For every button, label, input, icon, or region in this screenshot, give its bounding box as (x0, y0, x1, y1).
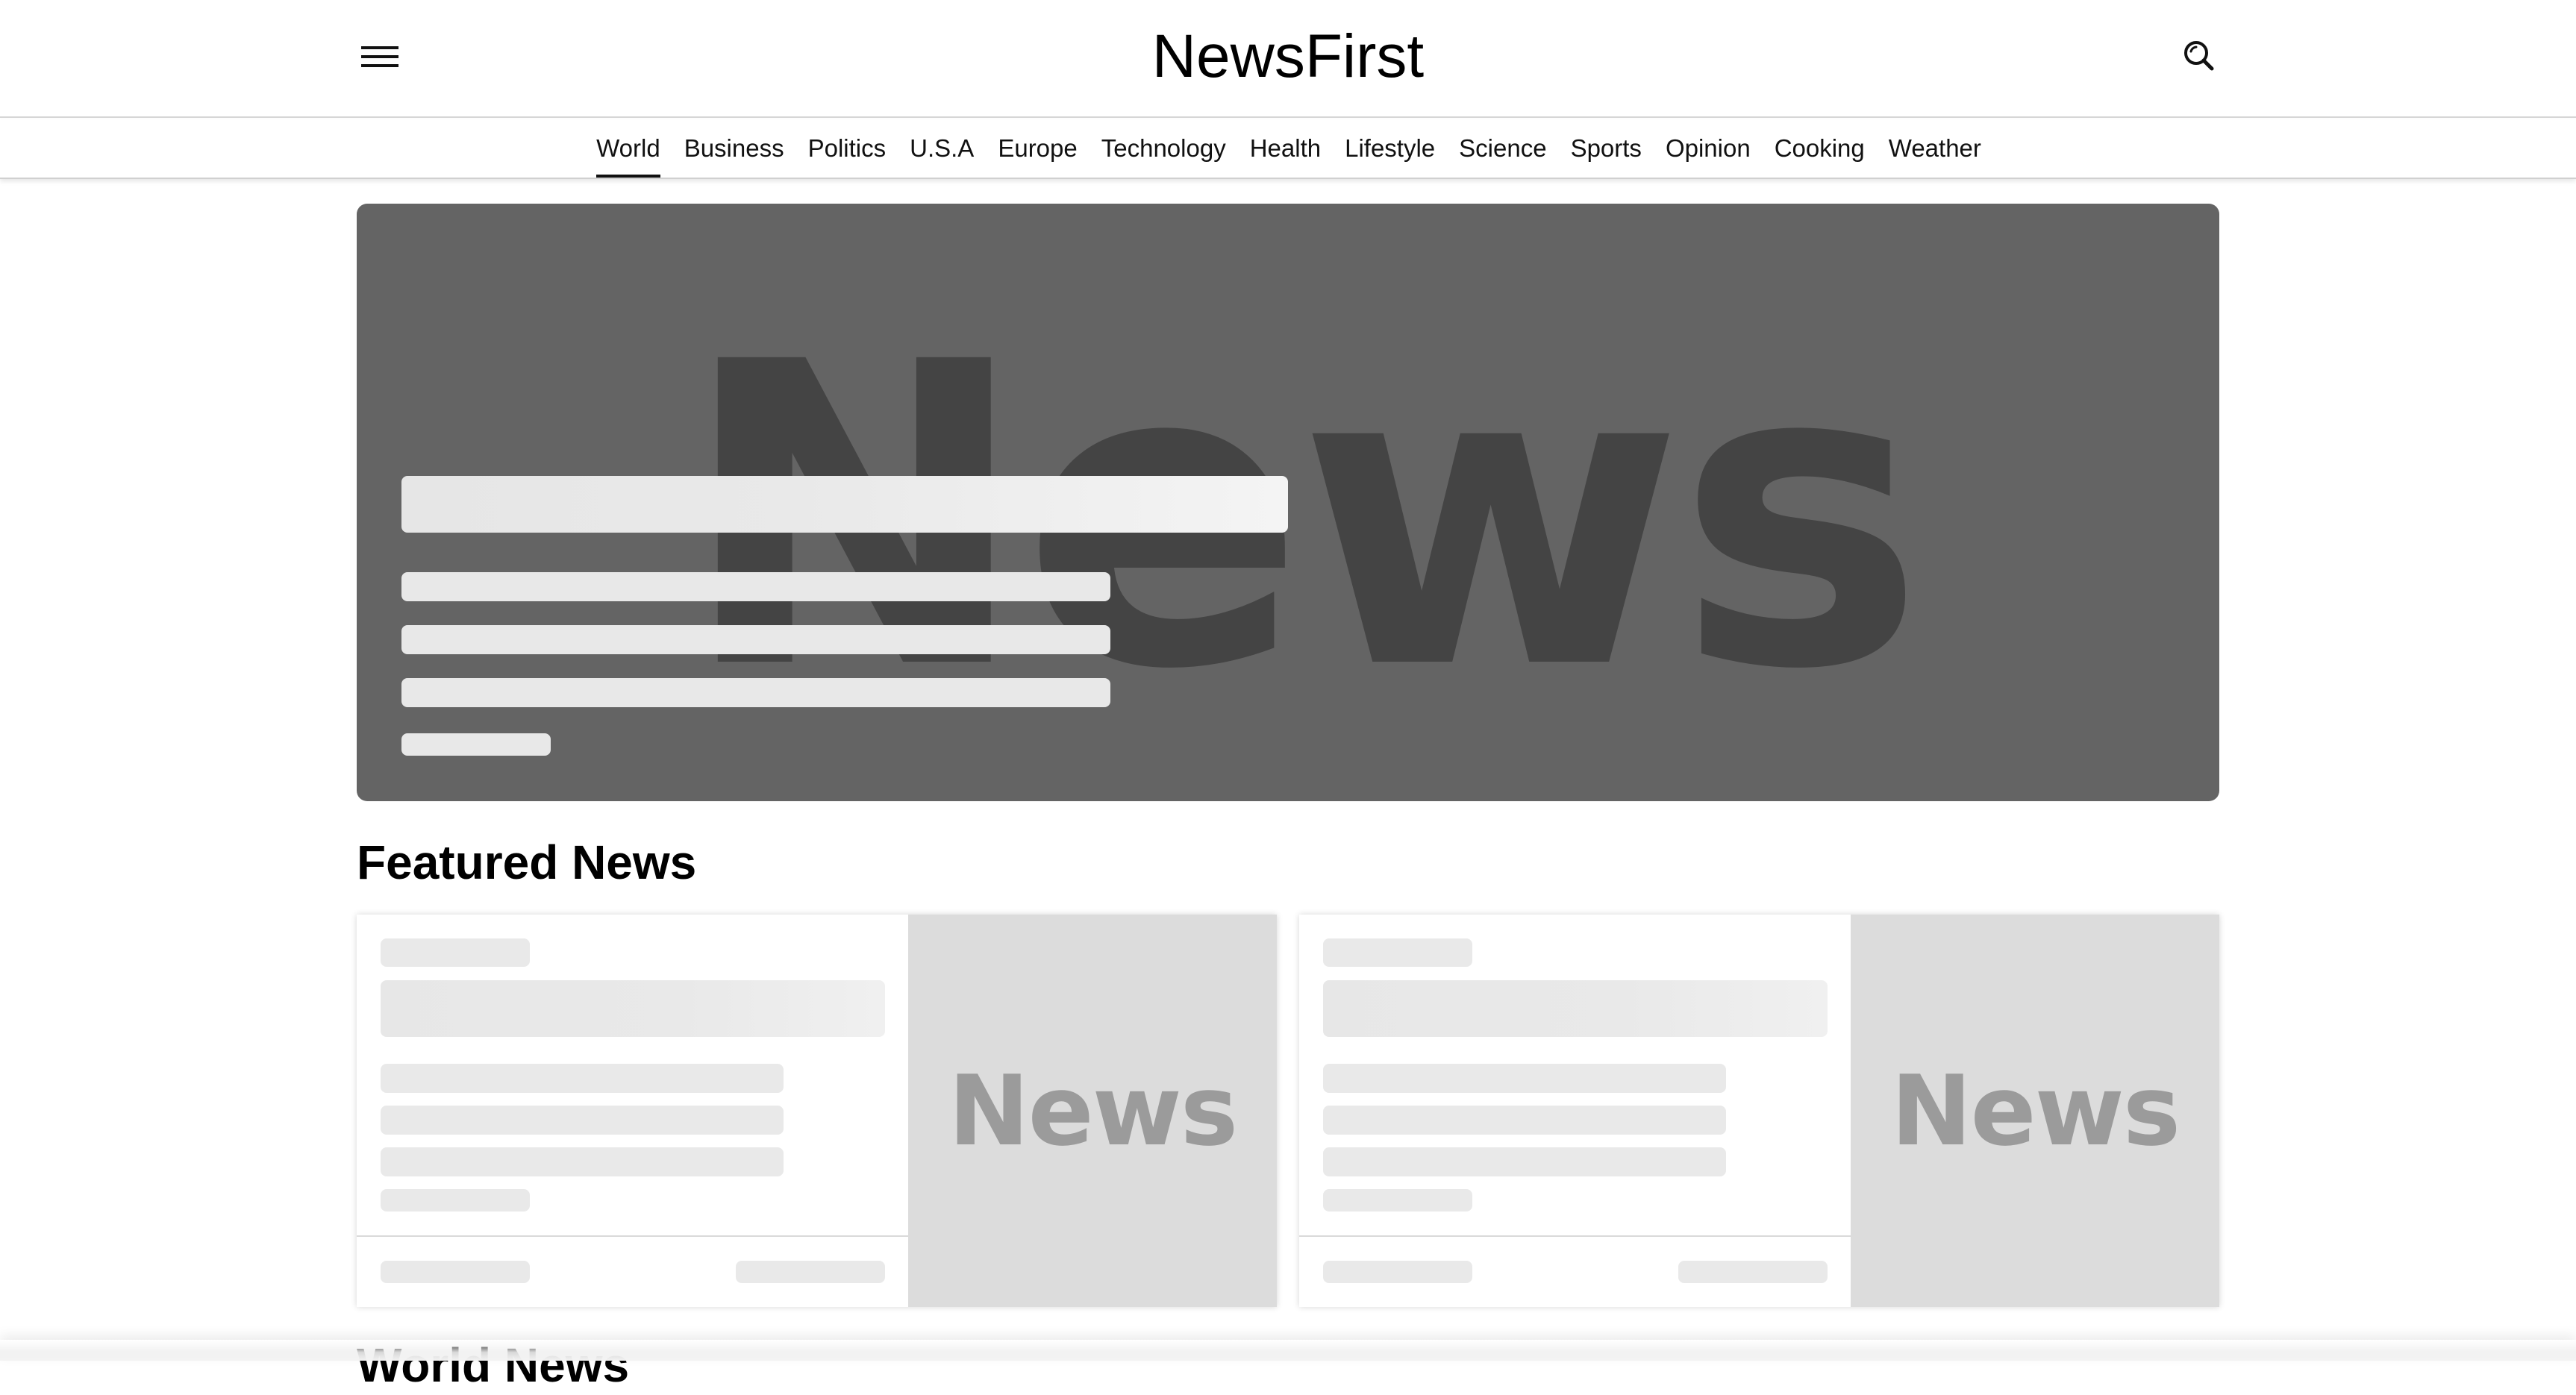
news-image-label: News (1890, 1054, 2180, 1167)
card-meta-skeleton (381, 1189, 530, 1211)
nav-item-opinion[interactable]: Opinion (1666, 119, 1751, 178)
featured-news-heading: Featured News (357, 836, 697, 889)
nav-item-technology[interactable]: Technology (1101, 119, 1226, 178)
hamburger-menu-icon[interactable] (361, 43, 398, 70)
card-text-skeleton-line (381, 1147, 784, 1176)
nav-item-politics[interactable]: Politics (808, 119, 887, 178)
card-text-skeleton-line (1323, 1064, 1726, 1093)
card-category-skeleton (1323, 938, 1472, 967)
card-text-skeleton-line (1323, 1147, 1726, 1176)
card-footer-skeleton (381, 1261, 530, 1283)
site-logo[interactable]: NewsFirst (1152, 22, 1424, 90)
nav-item-world[interactable]: World (596, 119, 660, 178)
nav-item-europe[interactable]: Europe (998, 119, 1077, 178)
card-footer-skeleton (736, 1261, 885, 1283)
hero-story-card[interactable]: News (357, 204, 2219, 801)
nav-item-science[interactable]: Science (1459, 119, 1546, 178)
category-nav-list: World Business Politics U.S.A Europe Technolo… (0, 119, 2576, 178)
hero-text-skeleton-line (401, 678, 1110, 707)
nav-item-business[interactable]: Business (684, 119, 784, 178)
news-image-label: News (948, 1054, 1238, 1167)
news-image-placeholder: News (908, 915, 1277, 1307)
card-category-skeleton (381, 938, 530, 967)
card-footer-skeleton (1323, 1261, 1472, 1283)
card-meta-skeleton (1323, 1189, 1472, 1211)
card-headline-skeleton (1323, 980, 1828, 1037)
hero-text-skeleton-line (401, 572, 1110, 601)
nav-item-cooking[interactable]: Cooking (1775, 119, 1865, 178)
card-divider (1299, 1235, 1851, 1237)
nav-item-weather[interactable]: Weather (1889, 119, 1981, 178)
hero-meta-skeleton (401, 733, 551, 756)
card-divider (357, 1235, 908, 1237)
hero-text-skeleton-line (401, 625, 1110, 654)
nav-item-u-s-a[interactable]: U.S.A (910, 119, 974, 178)
nav-item-lifestyle[interactable]: Lifestyle (1345, 119, 1435, 178)
featured-news-card[interactable]: News (1299, 915, 2219, 1307)
card-text-skeleton-line (381, 1106, 784, 1135)
news-image-placeholder: News (1851, 915, 2219, 1307)
site-header: NewsFirst (0, 0, 2576, 118)
card-text-skeleton-line (381, 1064, 784, 1093)
search-icon[interactable] (2182, 39, 2216, 73)
card-footer-skeleton (1678, 1261, 1828, 1283)
nav-item-sports[interactable]: Sports (1571, 119, 1642, 178)
card-text-skeleton-line (1323, 1106, 1726, 1135)
featured-news-card[interactable]: News (357, 915, 1277, 1307)
hero-headline-skeleton (401, 476, 1288, 533)
world-news-heading: World News (357, 1338, 630, 1392)
card-headline-skeleton (381, 980, 885, 1037)
category-nav: World Business Politics U.S.A Europe Technolo… (0, 119, 2576, 179)
nav-item-health[interactable]: Health (1250, 119, 1321, 178)
